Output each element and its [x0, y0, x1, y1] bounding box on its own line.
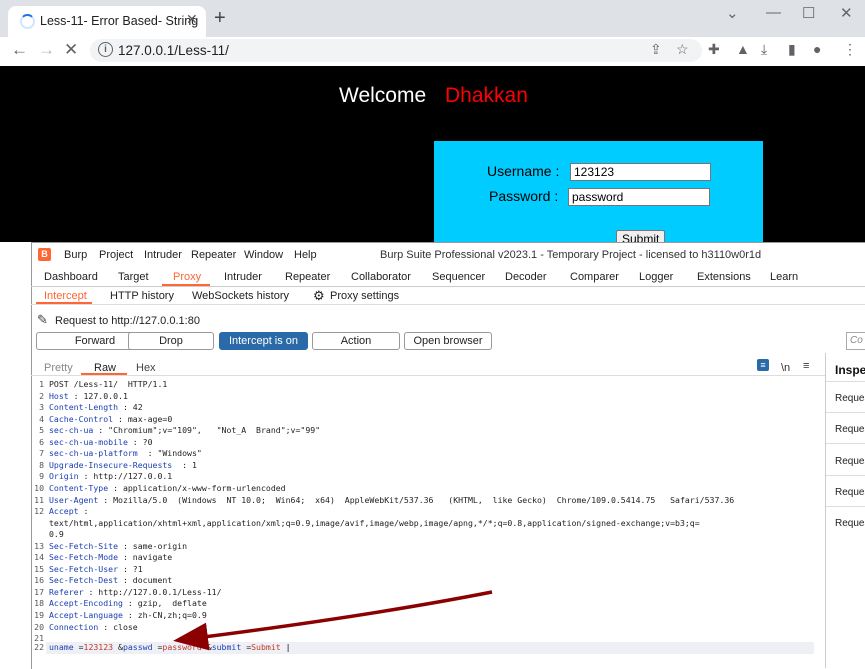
annotation-arrow: [173, 590, 493, 651]
